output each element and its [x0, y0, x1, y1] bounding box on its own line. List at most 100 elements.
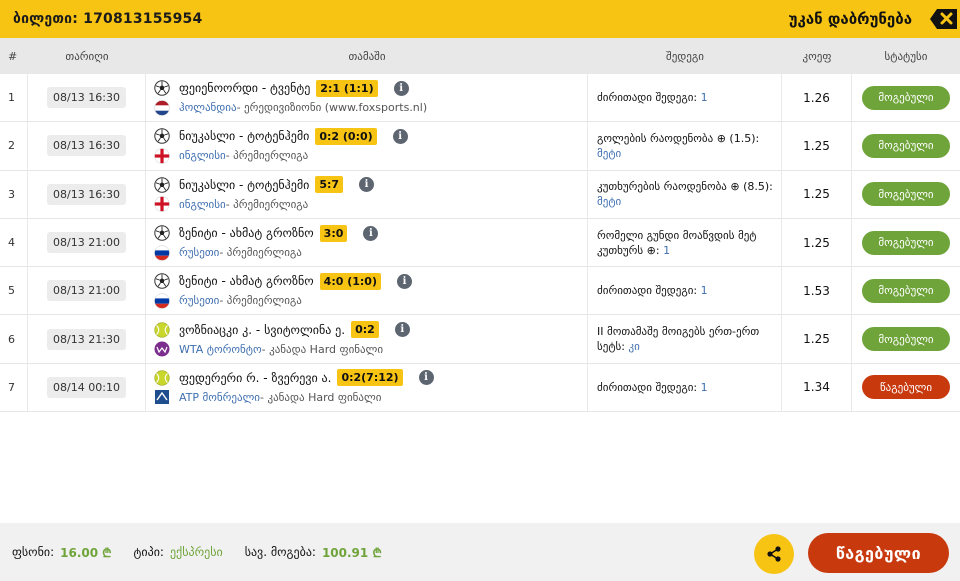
- row-number: 7: [0, 363, 28, 412]
- stake-label: ფსონი:: [12, 545, 55, 559]
- table-header: # თარიღი თამაში შედეგი კოეფ სტატუსი: [0, 38, 960, 74]
- odds-value: 1.25: [782, 315, 852, 363]
- bet-value: 1: [700, 284, 708, 298]
- bet-value: მეტი: [597, 146, 622, 160]
- game-cell: ზენიტი - ახმატ გროზნო 4:0 (1:0) i რუსეთი…: [146, 267, 588, 315]
- soccer-ball-icon: [154, 80, 170, 96]
- status-cell: წაგებული: [852, 364, 960, 411]
- russia-flag-icon: [154, 293, 170, 309]
- row-number: 1: [0, 74, 28, 122]
- status-badge[interactable]: მოგებული: [862, 133, 950, 158]
- bet-cell: ძირითადი შედეგი: 1: [588, 363, 782, 412]
- status-cell: მოგებული: [852, 74, 960, 121]
- win-info: სავ. მოგება: 100.91 ₾: [245, 544, 382, 561]
- table-row: 5 08/13 21:00 ზენიტი - ახმატ გროზნო 4:0 …: [0, 267, 960, 316]
- date-cell: 08/13 21:00: [28, 218, 146, 267]
- bet-value: 1: [700, 91, 708, 105]
- bet-text: გოლების რაოდენობა ⊕ (1.5):: [597, 131, 760, 145]
- bet-value: კი: [628, 340, 640, 354]
- header-status: სტატუსი: [884, 49, 928, 63]
- info-icon[interactable]: i: [363, 225, 379, 241]
- match-score: 2:1 (1:1): [316, 79, 378, 97]
- match-date: 08/13 21:00: [47, 232, 126, 254]
- result-status-button[interactable]: წაგებული: [808, 533, 949, 573]
- status-badge[interactable]: წაგებული: [862, 375, 950, 400]
- back-area: უკან დაბრუნება: [789, 0, 960, 38]
- type-info: ტიპი: ექსპრესი: [134, 545, 223, 559]
- table-row: 3 08/13 16:30 ნიუკასლი - ტოტენჰემი 5:7 i…: [0, 170, 960, 219]
- top-bar: ბილეთი: 170813155954 უკან დაბრუნება: [0, 0, 960, 38]
- game-cell: ზენიტი - ახმატ გროზნო 3:0 i რუსეთი - პრე…: [146, 218, 588, 267]
- status-badge[interactable]: მოგებული: [862, 182, 950, 207]
- info-icon[interactable]: i: [359, 177, 375, 193]
- status-badge[interactable]: მოგებული: [862, 85, 950, 110]
- match-date: 08/13 21:00: [47, 280, 126, 302]
- bet-text: ძირითადი შედეგი:: [597, 380, 698, 394]
- match-score: 0:2: [351, 321, 379, 339]
- header-date: თარიღი: [65, 49, 109, 63]
- close-icon[interactable]: [930, 8, 958, 30]
- share-icon: [767, 546, 781, 562]
- bet-text: ძირითადი შედეგი:: [597, 284, 698, 298]
- info-icon[interactable]: i: [394, 322, 410, 338]
- bet-cell: რომელი გუნდი მოაწვდის მეტ კუთხურს ⊕: 1: [588, 218, 782, 267]
- bet-value: 1: [663, 243, 671, 257]
- game-cell: ფედერერი რ. - ზვერევი ა. 0:2(7:12) i ATP…: [146, 363, 588, 412]
- row-number: 4: [0, 218, 28, 267]
- status-cell: მოგებული: [852, 267, 960, 314]
- country-name: ინგლისი: [179, 149, 226, 163]
- match-name: ვოზნიაცკი კ. - სვიტოლინა ე.: [179, 322, 346, 337]
- match-date: 08/14 00:10: [47, 376, 126, 398]
- header-odds: კოეფ: [802, 49, 832, 63]
- bet-text: ძირითადი შედეგი:: [597, 91, 698, 105]
- bet-text: რომელი გუნდი მოაწვდის მეტ კუთხურს ⊕:: [597, 228, 757, 257]
- bet-value: 1: [700, 380, 708, 394]
- match-name: ზენიტი - ახმატ გროზნო: [179, 226, 314, 241]
- league-name: - კანადა Hard ფინალი: [261, 342, 384, 356]
- match-name: ფეიენოორდი - ტვენტე: [179, 81, 311, 96]
- country-name: ჰოლანდია: [179, 101, 237, 115]
- info-icon[interactable]: i: [393, 80, 409, 96]
- table-body: 1 08/13 16:30 ფეიენოორდი - ტვენტე 2:1 (1…: [0, 74, 960, 413]
- bet-cell: ძირითადი შედეგი: 1: [588, 74, 782, 122]
- bet-text: კუთხურების რაოდენობა ⊕ (8.5):: [597, 180, 773, 194]
- bet-cell: ძირითადი შედეგი: 1: [588, 267, 782, 315]
- share-button[interactable]: [754, 534, 794, 574]
- date-cell: 08/13 16:30: [28, 170, 146, 218]
- bet-cell: კუთხურების რაოდენობა ⊕ (8.5): მეტი: [588, 170, 782, 218]
- row-number: 2: [0, 122, 28, 170]
- status-cell: მოგებული: [852, 171, 960, 218]
- status-badge[interactable]: მოგებული: [862, 230, 950, 255]
- league-name: - პრემიერლიგა: [225, 149, 309, 163]
- country-name: რუსეთი: [179, 294, 220, 308]
- league-name: - პრემიერლიგა: [219, 246, 302, 260]
- match-date: 08/13 21:30: [47, 328, 126, 350]
- match-name: ნიუკასლი - ტოტენჰემი: [179, 129, 310, 144]
- header-game: თამაში: [348, 49, 386, 63]
- status-badge[interactable]: მოგებული: [862, 327, 950, 352]
- match-score: 4:0 (1:0): [319, 272, 381, 290]
- header-bet: შედეგი: [666, 49, 704, 63]
- back-button[interactable]: უკან დაბრუნება: [789, 10, 912, 28]
- info-icon[interactable]: i: [392, 128, 408, 144]
- info-icon[interactable]: i: [418, 370, 434, 386]
- game-cell: ფეიენოორდი - ტვენტე 2:1 (1:1) i ჰოლანდია…: [146, 74, 588, 122]
- country-name: WTA ტორონტო: [179, 342, 262, 356]
- match-date: 08/13 16:30: [47, 135, 126, 157]
- game-cell: ნიუკასლი - ტოტენჰემი 0:2 (0:0) i ინგლისი…: [146, 122, 588, 170]
- date-cell: 08/13 16:30: [28, 74, 146, 122]
- status-cell: მოგებული: [852, 122, 960, 169]
- league-name: - პრემიერლიგა: [225, 197, 309, 211]
- match-date: 08/13 16:30: [47, 183, 126, 205]
- info-icon[interactable]: i: [396, 273, 412, 289]
- country-name: რუსეთი: [179, 246, 220, 260]
- netherlands-flag-icon: [154, 99, 170, 116]
- soccer-ball-icon: [154, 128, 170, 145]
- win-value: 100.91 ₾: [321, 545, 382, 560]
- league-name: - ერედივიზიონი (www.foxsports.nl): [236, 101, 428, 115]
- odds-value: 1.25: [782, 122, 852, 170]
- status-badge[interactable]: მოგებული: [862, 278, 950, 303]
- england-flag-icon: [154, 148, 170, 164]
- bet-cell: გოლების რაოდენობა ⊕ (1.5): მეტი: [588, 122, 782, 170]
- odds-value: 1.25: [782, 218, 852, 267]
